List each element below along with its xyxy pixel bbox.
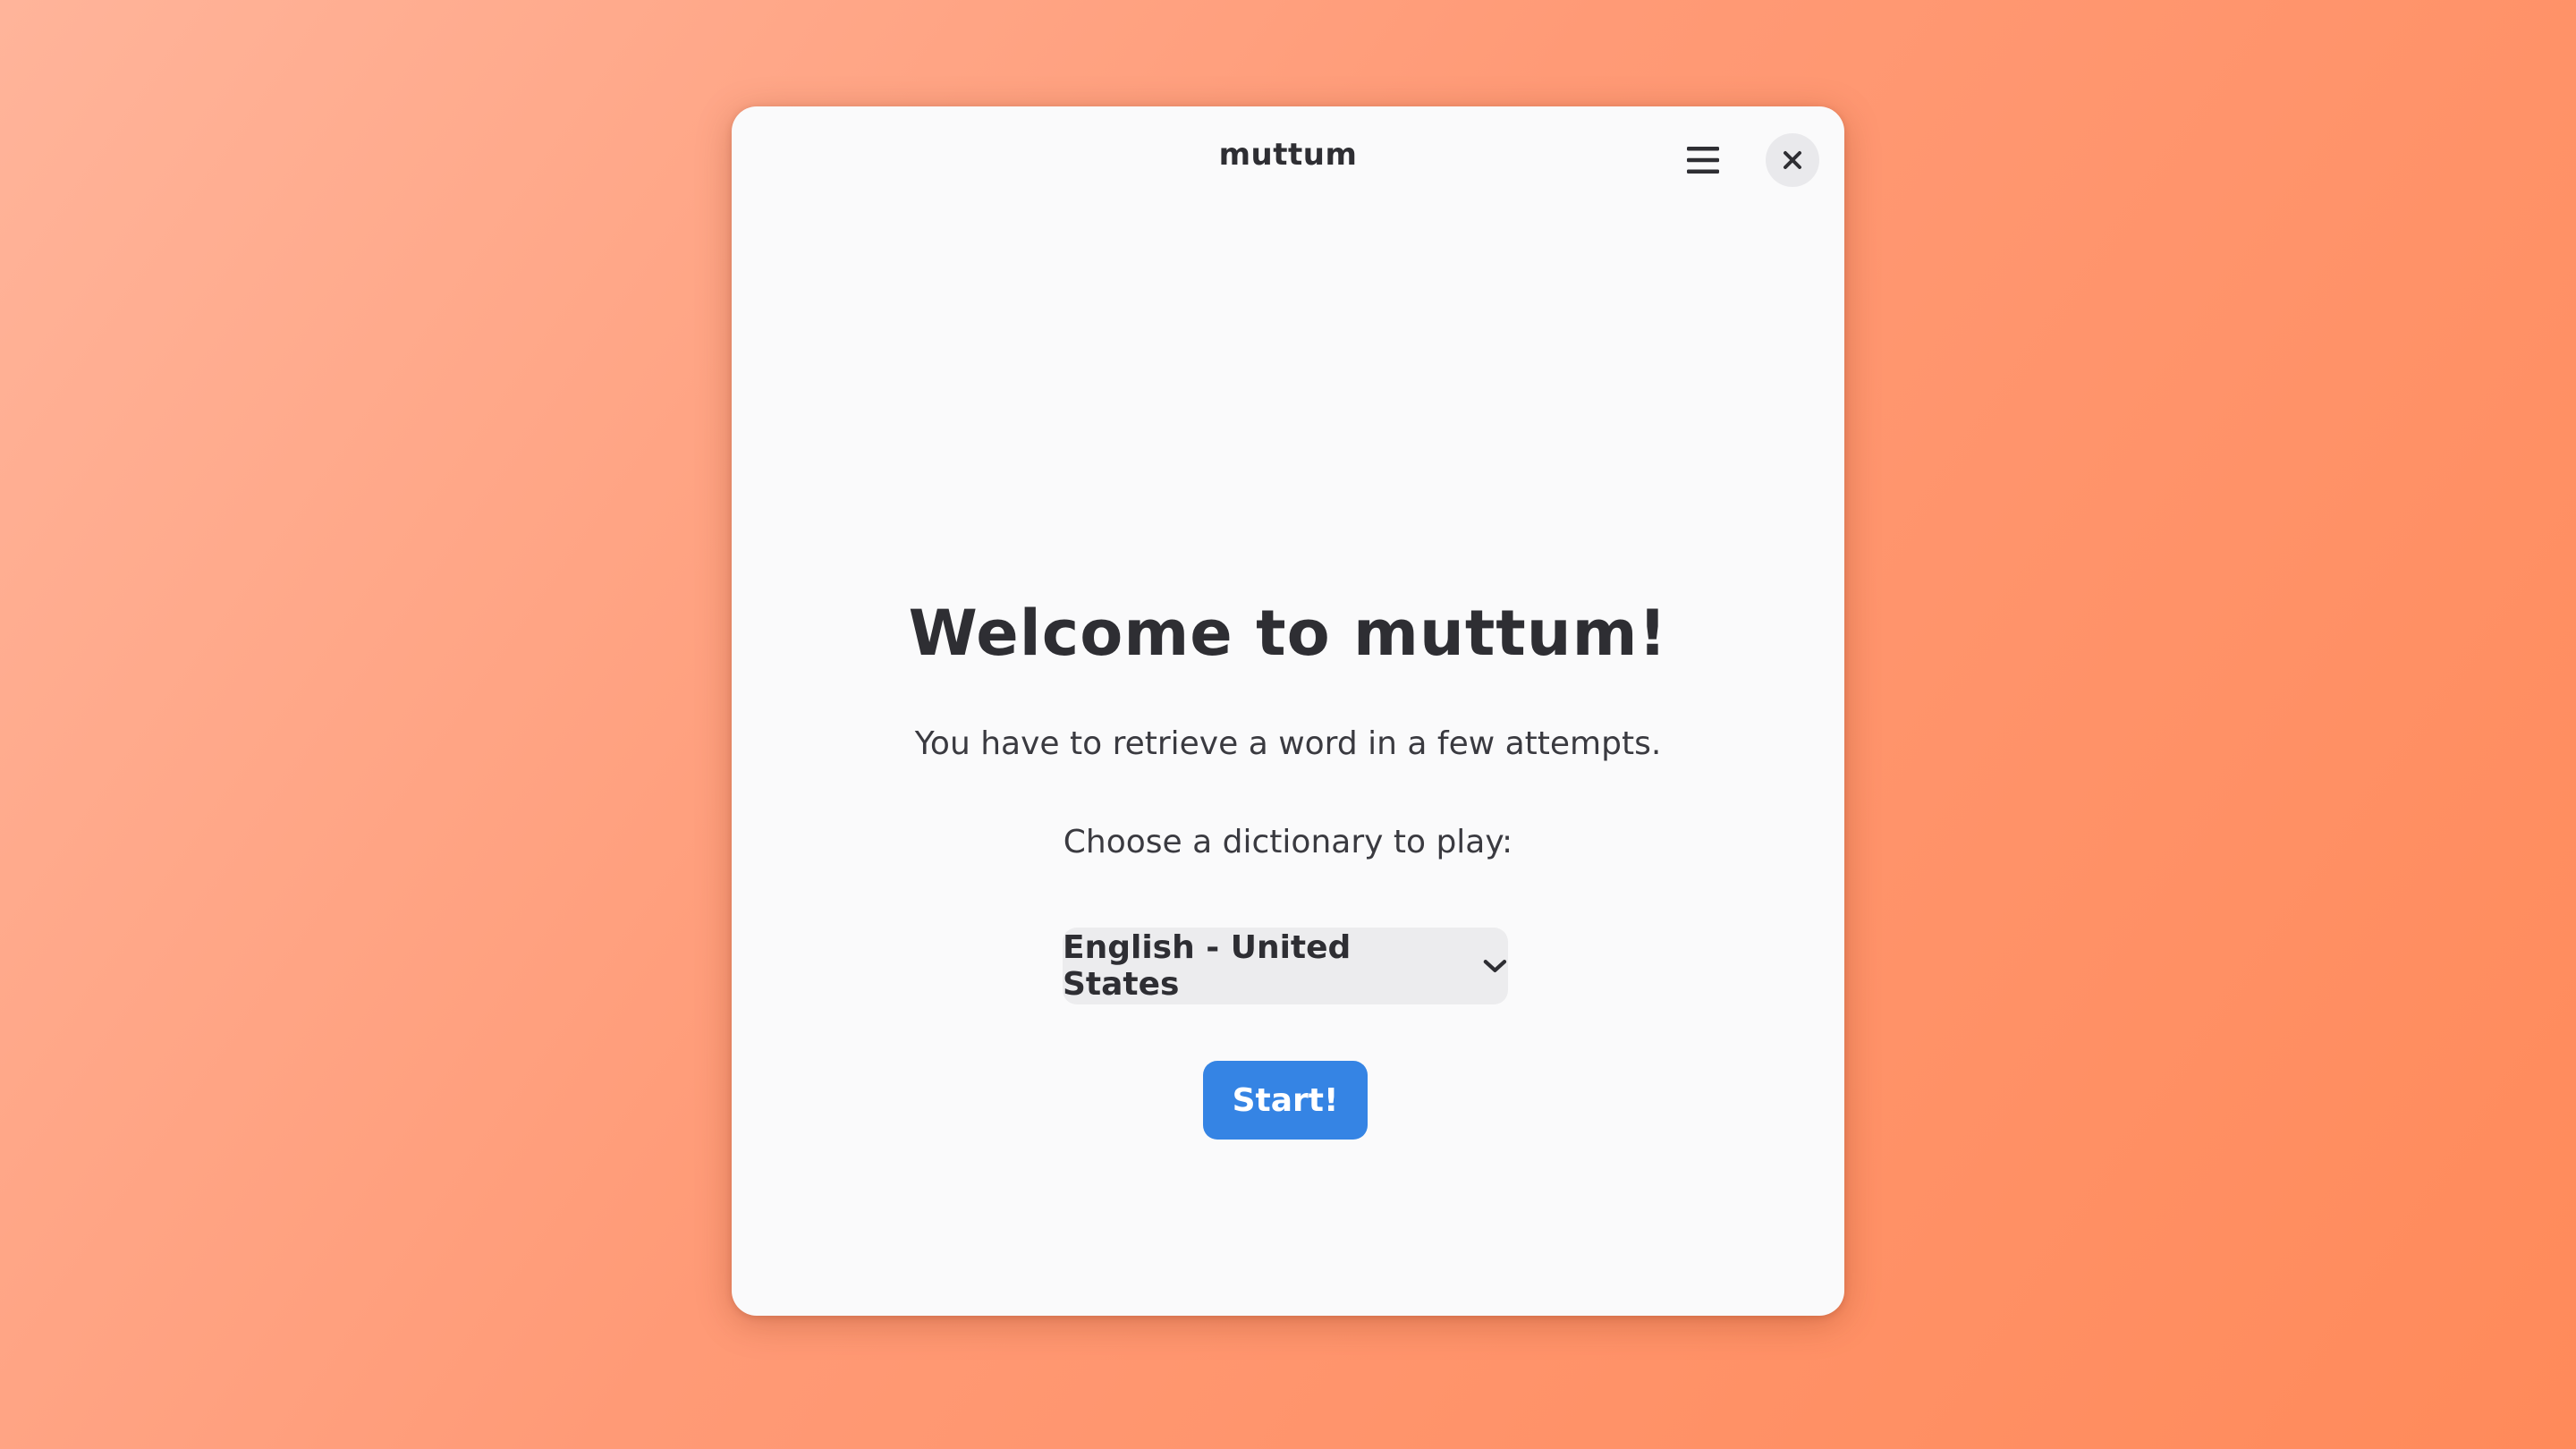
main-menu-button[interactable] [1674, 131, 1732, 189]
close-window-button[interactable] [1766, 133, 1819, 187]
game-description: You have to retrieve a word in a few att… [914, 725, 1662, 762]
hamburger-menu-icon [1687, 147, 1719, 174]
welcome-heading: Welcome to muttum! [908, 597, 1668, 670]
dictionary-dropdown[interactable]: English - United States [1063, 928, 1508, 1004]
header-bar: muttum [732, 106, 1844, 212]
dictionary-prompt: Choose a dictionary to play: [1063, 824, 1513, 860]
start-button-label: Start! [1232, 1081, 1339, 1119]
dictionary-selected-value: English - United States [1063, 929, 1352, 1003]
close-icon [1784, 151, 1801, 169]
start-button[interactable]: Start! [1203, 1061, 1368, 1140]
app-window: muttum Welcome to muttum! You have to re… [732, 106, 1844, 1316]
chevron-down-icon [1483, 960, 1507, 972]
